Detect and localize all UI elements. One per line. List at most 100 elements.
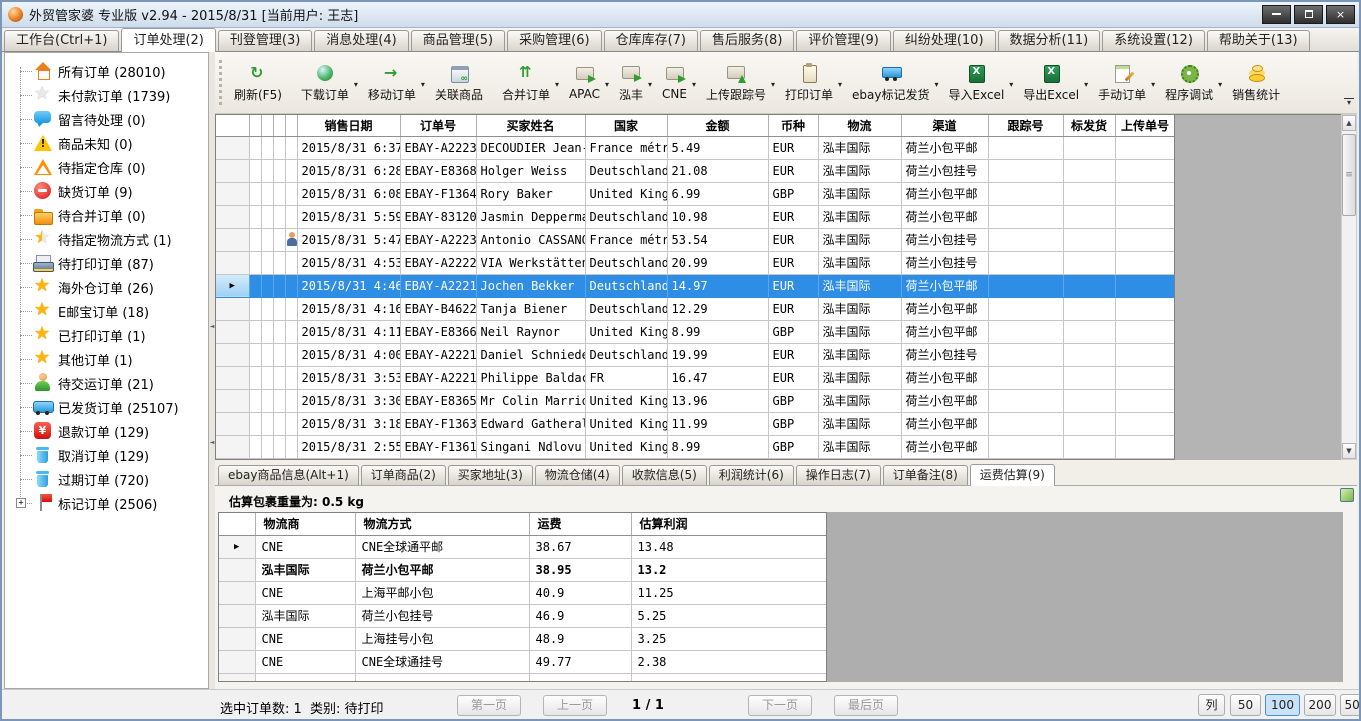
row-flag-cell[interactable] [249, 205, 261, 228]
row-flag-cell[interactable] [285, 159, 297, 182]
sidebar-item-9[interactable]: 待打印订单 (87) [5, 251, 208, 275]
order-cell[interactable] [1063, 297, 1115, 320]
order-cell[interactable]: 2015/8/31 4:46 [297, 274, 400, 297]
sidebar-item-10[interactable]: 海外仓订单 (26) [5, 275, 208, 299]
row-marker-cell[interactable] [216, 389, 249, 412]
order-cell[interactable]: Deutschland [585, 274, 667, 297]
order-row-8[interactable]: 2015/8/31 4:16EBAY-B4622Tanja BienerDeut… [216, 297, 1175, 320]
row-flag-cell[interactable] [285, 274, 297, 297]
sidebar-item-6[interactable]: 缺货订单 (9) [5, 179, 208, 203]
row-flag-cell[interactable] [273, 136, 285, 159]
order-cell[interactable]: EBAY-A22236 [400, 136, 476, 159]
freight-cell[interactable]: 38.95 [529, 558, 631, 581]
toolbar-button-1[interactable]: 刷新(F5) [229, 57, 289, 109]
order-cell[interactable]: 13.96 [667, 389, 768, 412]
row-flag-cell[interactable] [273, 205, 285, 228]
order-cell[interactable] [1115, 389, 1175, 412]
sidebar-item-5[interactable]: 待指定仓库 (0) [5, 155, 208, 179]
order-cell[interactable]: EBAY-A22220 [400, 251, 476, 274]
order-cell[interactable] [1063, 412, 1115, 435]
freight-cell[interactable]: 13.48 [631, 535, 827, 558]
scroll-down-icon[interactable]: ▼ [1342, 443, 1356, 459]
column-header[interactable]: 上传单号 [1115, 115, 1175, 136]
dropdown-arrow-icon[interactable]: ▾ [1218, 80, 1222, 89]
column-header[interactable]: 销售日期 [297, 115, 400, 136]
order-cell[interactable]: EBAY-F1364 [400, 182, 476, 205]
order-cell[interactable]: EUR [768, 228, 818, 251]
freight-row-marker[interactable]: ▶ [219, 535, 255, 558]
toolbar-button-13[interactable]: 导出Excel▾ [1018, 57, 1086, 109]
row-flag-cell[interactable] [261, 297, 273, 320]
menu-tab-6[interactable]: 采购管理(6) [507, 30, 601, 51]
freight-row-marker[interactable] [219, 558, 255, 581]
order-cell[interactable]: 2015/8/31 4:00 [297, 343, 400, 366]
order-cell[interactable] [1063, 136, 1115, 159]
row-flag-cell[interactable] [249, 182, 261, 205]
row-flag-cell[interactable] [273, 251, 285, 274]
order-cell[interactable]: 泓丰国际 [818, 205, 901, 228]
order-cell[interactable]: 荷兰小包平邮 [901, 435, 988, 458]
order-cell[interactable]: 荷兰小包平邮 [901, 274, 988, 297]
order-row-1[interactable]: 2015/8/31 6:37EBAY-A22236DECOUDIER Jean-… [216, 136, 1175, 159]
order-cell[interactable] [1115, 435, 1175, 458]
dropdown-arrow-icon[interactable]: ▾ [1009, 80, 1013, 89]
order-cell[interactable]: Deutschland [585, 205, 667, 228]
page-size-200-button[interactable]: 200 [1304, 694, 1336, 716]
freight-row-7[interactable] [219, 673, 827, 682]
toolbar-button-15[interactable]: 程序调试▾ [1160, 57, 1220, 109]
row-flag-cell[interactable] [249, 251, 261, 274]
toolbar-button-2[interactable]: 下载订单▾ [296, 57, 356, 109]
row-flag-cell[interactable] [261, 412, 273, 435]
order-cell[interactable] [988, 274, 1063, 297]
row-flag-cell[interactable] [249, 320, 261, 343]
toolbar-button-12[interactable]: 导入Excel▾ [943, 57, 1011, 109]
freight-cell[interactable]: CNE [255, 535, 355, 558]
order-cell[interactable]: France métr... [585, 136, 667, 159]
order-row-2[interactable]: 2015/8/31 6:28EBAY-E8368Holger WeissDeut… [216, 159, 1175, 182]
order-cell[interactable]: 泓丰国际 [818, 412, 901, 435]
row-flag-cell[interactable] [285, 228, 297, 251]
toolbar-button-3[interactable]: 移动订单▾ [363, 57, 423, 109]
orders-scrollbar[interactable]: ▲ ≡ ▼ [1341, 114, 1357, 460]
freight-row-4[interactable]: 泓丰国际荷兰小包挂号46.95.25 [219, 604, 827, 627]
order-cell[interactable]: Neil Raynor [476, 320, 585, 343]
freight-cell[interactable]: 38.67 [529, 535, 631, 558]
freight-row-2[interactable]: 泓丰国际荷兰小包平邮38.9513.2 [219, 558, 827, 581]
order-cell[interactable]: GBP [768, 320, 818, 343]
column-header[interactable]: 跟踪号 [988, 115, 1063, 136]
menu-tab-2[interactable]: 订单处理(2) [121, 28, 215, 52]
freight-cell[interactable]: 荷兰小包挂号 [355, 604, 529, 627]
freight-cell[interactable] [355, 673, 529, 682]
sidebar-item-4[interactable]: 商品未知 (0) [5, 131, 208, 155]
order-cell[interactable] [1115, 320, 1175, 343]
freight-cell[interactable]: 40.9 [529, 581, 631, 604]
row-marker-cell[interactable] [216, 228, 249, 251]
order-cell[interactable]: 10.98 [667, 205, 768, 228]
toolbar-button-7[interactable]: 泓丰▾ [614, 57, 650, 109]
row-flag-cell[interactable] [273, 274, 285, 297]
order-cell[interactable]: 20.99 [667, 251, 768, 274]
order-cell[interactable]: 2015/8/31 4:11 [297, 320, 400, 343]
detail-tab-7[interactable]: 操作日志(7) [796, 465, 881, 485]
order-cell[interactable] [1115, 136, 1175, 159]
row-marker-cell[interactable] [216, 182, 249, 205]
freight-column-header[interactable]: 物流方式 [355, 513, 529, 535]
order-row-7[interactable]: ▶2015/8/31 4:46EBAY-A22219Jochen BekkerD… [216, 274, 1175, 297]
order-cell[interactable]: Antonio CASSANO [476, 228, 585, 251]
order-cell[interactable] [988, 205, 1063, 228]
freight-cell[interactable]: 11.25 [631, 581, 827, 604]
sidebar-item-11[interactable]: E邮宝订单 (18) [5, 299, 208, 323]
order-cell[interactable]: 2015/8/31 4:53 [297, 251, 400, 274]
page-size-500-button[interactable]: 500 [1340, 694, 1359, 716]
order-row-10[interactable]: 2015/8/31 4:00EBAY-A22218Daniel Schniede… [216, 343, 1175, 366]
order-cell[interactable]: Mr Colin Marriott [476, 389, 585, 412]
order-cell[interactable] [988, 412, 1063, 435]
row-flag-cell[interactable] [249, 343, 261, 366]
order-cell[interactable]: 荷兰小包平邮 [901, 297, 988, 320]
toolbar-button-10[interactable]: 打印订单▾ [780, 57, 840, 109]
column-header[interactable]: 物流 [818, 115, 901, 136]
row-flag-cell[interactable] [273, 182, 285, 205]
freight-cell[interactable]: 3.25 [631, 627, 827, 650]
order-cell[interactable]: 荷兰小包挂号 [901, 228, 988, 251]
toolbar-button-11[interactable]: ebay标记发货▾ [847, 57, 936, 109]
